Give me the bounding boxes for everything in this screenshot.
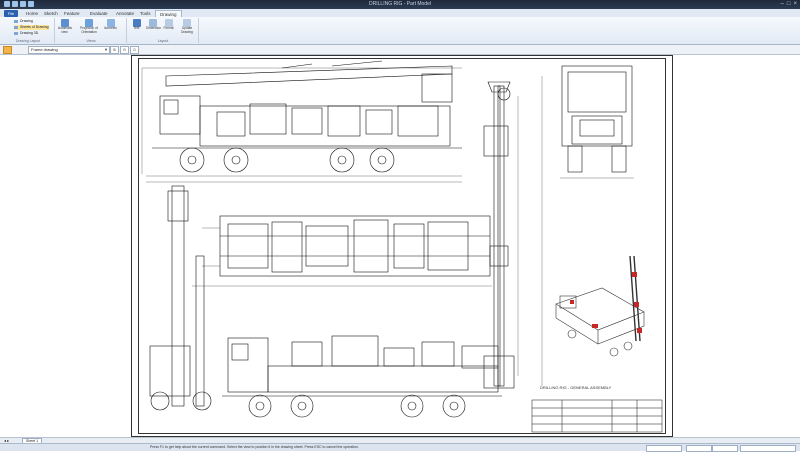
format-button[interactable]: Format <box>162 19 175 36</box>
layer-select[interactable]: Frame drawing ▼ <box>28 46 110 54</box>
close-icon[interactable]: × <box>793 1 797 7</box>
ribbon-group-annotation: Text Dimension Format Update Drawing Lay… <box>128 18 199 43</box>
mast-view <box>483 76 543 389</box>
chevron-down-icon: ▼ <box>104 47 108 52</box>
title-bar: DRILLING RIG - Part Model – □ × <box>0 0 800 9</box>
ribbon-group-layout: Drawing Sheets of Drawing Drawing 3D Dra… <box>2 18 55 43</box>
tab-evaluate[interactable]: Evaluate <box>86 10 112 17</box>
projection-button[interactable]: Projection of Orientation <box>78 19 100 36</box>
toolbar-button-2[interactable]: ⊟ <box>120 46 129 54</box>
side-view-top <box>141 60 462 183</box>
status-field-2[interactable] <box>686 445 712 452</box>
isometric-button[interactable]: Isometric <box>104 19 117 36</box>
update-drawing-button[interactable]: Update Drawing <box>178 19 196 36</box>
drawing-canvas[interactable]: DRILLING RIG - GENERAL ASSEMBLY <box>0 55 800 437</box>
secondary-toolbar: Frame drawing ▼ ⊞ ⊟ ⊡ <box>0 45 800 55</box>
drawing-caption: DRILLING RIG - GENERAL ASSEMBLY <box>540 385 612 390</box>
tab-sketch[interactable]: Sketch <box>40 10 62 17</box>
tab-home[interactable]: Home <box>22 10 42 17</box>
window-controls: – □ × <box>781 1 797 7</box>
minimize-icon[interactable]: – <box>781 1 784 7</box>
group-label-layout2: Layout <box>157 39 169 43</box>
group-label-views: Views <box>86 39 96 43</box>
drawing-sheet: DRILLING RIG - GENERAL ASSEMBLY <box>131 55 673 437</box>
toolbar-button-3[interactable]: ⊡ <box>130 46 139 54</box>
maximize-icon[interactable]: □ <box>787 1 791 7</box>
drawing-3d-item[interactable]: Drawing 3D <box>14 31 38 36</box>
left-column <box>149 185 212 411</box>
tab-tools[interactable]: Tools <box>136 10 155 17</box>
ribbon: Drawing Sheets of Drawing Drawing 3D Dra… <box>0 17 800 45</box>
tab-feature[interactable]: Feature <box>60 10 84 17</box>
window-title: DRILLING RIG - Part Model <box>369 1 431 7</box>
toolbar-button-1[interactable]: ⊞ <box>110 46 119 54</box>
layer-icon[interactable] <box>3 46 12 54</box>
text-button[interactable]: Text <box>130 19 143 36</box>
group-label-layout: Drawing Layout <box>15 39 41 43</box>
status-field-4[interactable] <box>740 445 796 452</box>
title-block <box>531 399 663 433</box>
sheets-item[interactable]: Sheets of Drawing <box>14 25 49 30</box>
ribbon-group-views: Automatic view Projection of Orientation… <box>56 18 127 43</box>
side-view-bottom <box>222 335 502 418</box>
automatic-view-button[interactable]: Automatic view <box>58 19 72 36</box>
tab-annotate[interactable]: Annotate <box>112 10 138 17</box>
plan-view <box>192 215 492 287</box>
dimension-button[interactable]: Dimension <box>146 19 161 36</box>
rear-view <box>560 65 634 179</box>
drawing-item[interactable]: Drawing <box>14 19 33 24</box>
technical-drawing: DRILLING RIG - GENERAL ASSEMBLY <box>141 60 663 433</box>
status-field-3[interactable] <box>712 445 738 452</box>
isometric-view <box>555 255 645 357</box>
status-field-1[interactable] <box>646 445 682 452</box>
file-menu-button[interactable]: File <box>4 10 18 17</box>
